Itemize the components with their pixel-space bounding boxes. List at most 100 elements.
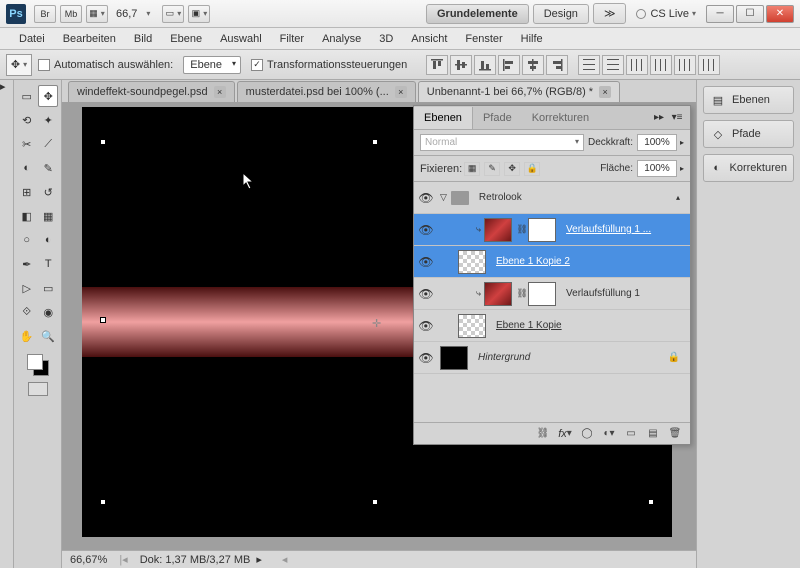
dist-4-icon[interactable] [650, 55, 672, 75]
dist-1-icon[interactable] [578, 55, 600, 75]
transform-handle[interactable] [372, 139, 378, 145]
dodge-tool[interactable]: ◐ [39, 229, 59, 251]
delete-icon[interactable]: 🗑 [665, 426, 685, 442]
layer-row[interactable]: 👁 ⤷ ⛓ Verlaufsfüllung 1 ... [414, 214, 690, 246]
shape-tool[interactable]: ▭ [39, 277, 59, 299]
brush-tool[interactable]: ✎ [39, 157, 59, 179]
lock-pixels-icon[interactable]: ✎ [484, 162, 500, 176]
arrange-button[interactable]: ▭▾ [162, 5, 184, 23]
menu-auswahl[interactable]: Auswahl [211, 33, 271, 45]
lock-transparency-icon[interactable]: ▦ [464, 162, 480, 176]
layer-name[interactable]: Ebene 1 Kopie [496, 320, 562, 331]
close-icon[interactable]: × [599, 86, 611, 98]
chevron-down-icon[interactable]: ▾ [146, 9, 150, 18]
close-icon[interactable]: × [214, 86, 226, 98]
align-bottom-icon[interactable] [474, 55, 496, 75]
lock-position-icon[interactable]: ✥ [504, 162, 520, 176]
menu-ebene[interactable]: Ebene [161, 33, 211, 45]
menu-3d[interactable]: 3D [370, 33, 402, 45]
3d-tool[interactable]: ⟐ [17, 301, 37, 323]
lock-all-icon[interactable]: 🔒 [524, 162, 540, 176]
zoom-level[interactable]: 66,7 [116, 8, 137, 20]
visibility-icon[interactable]: 👁 [418, 254, 434, 270]
dock-korrekturen-button[interactable]: ◐Korrekturen [703, 154, 794, 182]
align-vcenter-icon[interactable] [450, 55, 472, 75]
layer-thumbnail[interactable] [484, 282, 512, 306]
link-layers-icon[interactable]: ⛓ [533, 426, 553, 442]
layer-name[interactable]: Verlaufsfüllung 1 [566, 288, 640, 299]
dock-ebenen-button[interactable]: ▤Ebenen [703, 86, 794, 114]
transform-handle[interactable] [100, 499, 106, 505]
dist-6-icon[interactable] [698, 55, 720, 75]
close-button[interactable]: ✕ [766, 5, 794, 23]
transform-handle[interactable] [100, 317, 106, 323]
mask-thumbnail[interactable] [528, 282, 556, 306]
menu-bearbeiten[interactable]: Bearbeiten [54, 33, 125, 45]
autoselect-combo[interactable]: Ebene [183, 56, 241, 74]
link-icon[interactable]: ⛓ [516, 288, 528, 299]
fill-input[interactable]: 100% [637, 160, 677, 177]
path-select-tool[interactable]: ▷ [17, 277, 37, 299]
align-top-icon[interactable] [426, 55, 448, 75]
menu-analyse[interactable]: Analyse [313, 33, 370, 45]
layer-thumbnail[interactable] [458, 250, 486, 274]
close-icon[interactable]: × [395, 86, 407, 98]
align-right-icon[interactable] [546, 55, 568, 75]
layer-thumbnail[interactable] [440, 346, 468, 370]
visibility-icon[interactable]: 👁 [418, 350, 434, 366]
tab-ebenen[interactable]: Ebenen [414, 107, 473, 129]
screen-mode-button[interactable]: ▣▾ [188, 5, 210, 23]
dock-pfade-button[interactable]: ◇Pfade [703, 120, 794, 148]
layer-name[interactable]: Retrolook [479, 192, 522, 203]
transform-handle[interactable] [100, 139, 106, 145]
workspace-design-button[interactable]: Design [533, 4, 589, 24]
color-swatches[interactable] [27, 354, 49, 376]
hand-tool[interactable]: ✋ [17, 325, 37, 347]
move-tool[interactable]: ✥ [38, 85, 58, 107]
zoom-tool[interactable]: 🔍 [39, 325, 59, 347]
align-hcenter-icon[interactable] [522, 55, 544, 75]
type-tool[interactable]: T [39, 253, 59, 275]
doctab-3[interactable]: Unbenannt-1 bei 66,7% (RGB/8) *× [418, 81, 620, 102]
visibility-icon[interactable]: 👁 [418, 190, 434, 206]
layer-name[interactable]: Hintergrund [478, 352, 530, 363]
autoselect-checkbox[interactable] [38, 59, 50, 71]
move-tool-icon[interactable]: ✥▾ [6, 54, 32, 76]
menu-bild[interactable]: Bild [125, 33, 161, 45]
layer-thumbnail[interactable] [458, 314, 486, 338]
menu-filter[interactable]: Filter [271, 33, 313, 45]
layer-name[interactable]: Ebene 1 Kopie 2 [496, 256, 570, 267]
layer-row[interactable]: 👁 ⤷ ⛓ Verlaufsfüllung 1 [414, 278, 690, 310]
layer-row[interactable]: 👁 Ebene 1 Kopie [414, 310, 690, 342]
layer-name[interactable]: Verlaufsfüllung 1 ... [566, 224, 651, 235]
menu-hilfe[interactable]: Hilfe [512, 33, 552, 45]
pen-tool[interactable]: ✒ [17, 253, 37, 275]
menu-datei[interactable]: Datei [10, 33, 54, 45]
doctab-1[interactable]: windeffekt-soundpegel.psd× [68, 81, 235, 102]
tab-korrekturen[interactable]: Korrekturen [522, 107, 599, 129]
workspace-essentials-button[interactable]: Grundelemente [426, 4, 529, 24]
group-icon[interactable]: ▭ [621, 426, 641, 442]
history-brush-tool[interactable]: ↺ [39, 181, 59, 203]
layer-thumbnail[interactable] [484, 218, 512, 242]
blend-mode-combo[interactable]: Normal [420, 134, 584, 151]
mask-icon[interactable]: ◯ [577, 426, 597, 442]
heal-tool[interactable]: ◐ [17, 157, 37, 179]
doctab-2[interactable]: musterdatei.psd bei 100% (...× [237, 81, 416, 102]
workspace-more-button[interactable]: ≫ [593, 3, 627, 24]
transform-checkbox[interactable]: ✓ [251, 59, 263, 71]
stamp-tool[interactable]: ⊞ [17, 181, 37, 203]
minibridge-button[interactable]: Mb [60, 5, 82, 23]
new-layer-icon[interactable]: ▤ [643, 426, 663, 442]
chevron-right-icon[interactable]: ▸ [256, 553, 262, 566]
layers-panel[interactable]: Ebenen Pfade Korrekturen ▸▸▾≡ Normal Dec… [413, 105, 691, 445]
chevron-right-icon[interactable]: ▸ [680, 138, 684, 147]
visibility-icon[interactable]: 👁 [418, 286, 434, 302]
visibility-icon[interactable]: 👁 [418, 222, 434, 238]
menu-ansicht[interactable]: Ansicht [402, 33, 456, 45]
collapsed-sidebar[interactable]: ▸ [0, 80, 14, 568]
opacity-input[interactable]: 100% [637, 134, 677, 151]
blur-tool[interactable]: ○ [17, 229, 37, 251]
view-extras-button[interactable]: ▦▾ [86, 5, 108, 23]
layer-row[interactable]: 👁 Hintergrund 🔒 [414, 342, 690, 374]
